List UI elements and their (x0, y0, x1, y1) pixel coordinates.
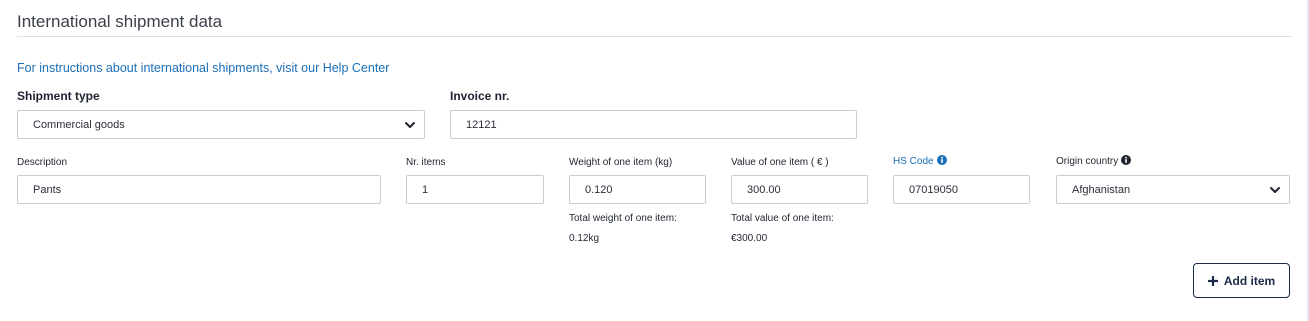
nr-items-label: Nr. items (406, 157, 446, 168)
nr-items-value: 1 (422, 183, 429, 196)
origin-country-value: Afghanistan (1072, 183, 1131, 196)
shipment-type-select[interactable]: Commercial goods (17, 110, 425, 139)
description-value: Pants (33, 183, 62, 196)
shipment-type-value: Commercial goods (33, 118, 125, 131)
section-divider (17, 36, 1292, 37)
origin-country-label-text: Origin country (1056, 156, 1119, 167)
add-item-button[interactable]: Add item (1193, 263, 1290, 298)
hs-code-label[interactable]: HS Code (893, 155, 947, 167)
plus-icon (1207, 275, 1218, 286)
description-label: Description (17, 157, 68, 168)
invoice-value: 12121 (466, 118, 497, 131)
weight-input[interactable]: 0.120 (569, 175, 706, 204)
value-label: Value of one item ( € ) (731, 157, 829, 168)
chevron-down-icon (405, 121, 415, 128)
hs-code-label-text: HS Code (893, 156, 934, 167)
total-weight-label: Total weight of one item: (569, 213, 677, 224)
hs-code-input[interactable]: 07019050 (893, 175, 1030, 204)
international-shipment-panel: International shipment data For instruct… (0, 0, 1309, 321)
shipment-type-label: Shipment type (17, 89, 100, 103)
info-circle-icon[interactable] (936, 155, 947, 165)
weight-label: Weight of one item (kg) (569, 157, 673, 168)
weight-value: 0.120 (585, 183, 613, 196)
hs-code-value: 07019050 (909, 183, 958, 196)
invoice-label: Invoice nr. (450, 89, 510, 103)
origin-country-label: Origin country (1056, 155, 1132, 167)
chevron-down-icon (1270, 186, 1280, 193)
info-circle-icon[interactable] (1121, 155, 1132, 165)
value-input[interactable]: 300.00 (731, 175, 868, 204)
total-value-value: €300.00 (731, 233, 768, 244)
description-input[interactable]: Pants (17, 175, 381, 204)
invoice-input[interactable]: 12121 (450, 110, 857, 139)
total-weight-value: 0.12kg (569, 233, 600, 244)
section-title: International shipment data (17, 12, 223, 31)
total-value-label: Total value of one item: (731, 213, 834, 224)
nr-items-input[interactable]: 1 (406, 175, 544, 204)
value-value: 300.00 (747, 183, 781, 196)
origin-country-select[interactable]: Afghanistan (1056, 175, 1290, 204)
add-item-label: Add item (1223, 273, 1276, 288)
help-center-link[interactable]: For instructions about international shi… (17, 61, 389, 75)
